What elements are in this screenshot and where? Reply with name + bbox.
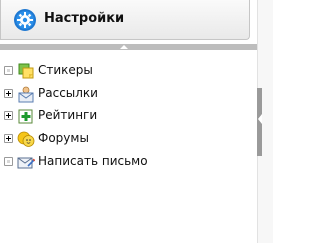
settings-gear-icon bbox=[14, 9, 36, 31]
tree-item-label: Рассылки bbox=[38, 86, 98, 100]
leaf-box-icon bbox=[4, 66, 13, 75]
tree-item-ratings[interactable]: Рейтинги bbox=[0, 107, 240, 125]
settings-title: Настройки bbox=[44, 11, 125, 26]
expand-plus-icon[interactable] bbox=[4, 111, 13, 120]
tree-item-mailing[interactable]: Рассылки bbox=[0, 85, 240, 103]
tree-item-label: Стикеры bbox=[38, 63, 93, 77]
ratings-icon bbox=[18, 109, 33, 124]
settings-header[interactable]: Настройки bbox=[0, 0, 250, 40]
splitter-up-arrow-icon[interactable] bbox=[118, 44, 130, 50]
tree-item-write-letter[interactable]: Написать письмо bbox=[0, 153, 240, 171]
tree-item-label: Рейтинги bbox=[38, 108, 98, 122]
tree-item-label: Форумы bbox=[38, 131, 89, 145]
settings-panel: Настройки Стикеры Рассылки Рейтинги Фору… bbox=[0, 0, 257, 243]
write-letter-icon bbox=[17, 157, 35, 169]
leaf-box-icon bbox=[4, 157, 13, 166]
expand-plus-icon[interactable] bbox=[4, 134, 13, 143]
expand-plus-icon[interactable] bbox=[4, 89, 13, 98]
collapse-left-arrow-icon[interactable] bbox=[258, 114, 262, 124]
stickers-icon bbox=[18, 63, 34, 79]
mailing-icon bbox=[18, 86, 34, 103]
forums-icon bbox=[17, 131, 35, 147]
tree-item-label: Написать письмо bbox=[38, 154, 148, 168]
tree-item-forums[interactable]: Форумы bbox=[0, 130, 240, 148]
tree-item-stickers[interactable]: Стикеры bbox=[0, 62, 240, 80]
